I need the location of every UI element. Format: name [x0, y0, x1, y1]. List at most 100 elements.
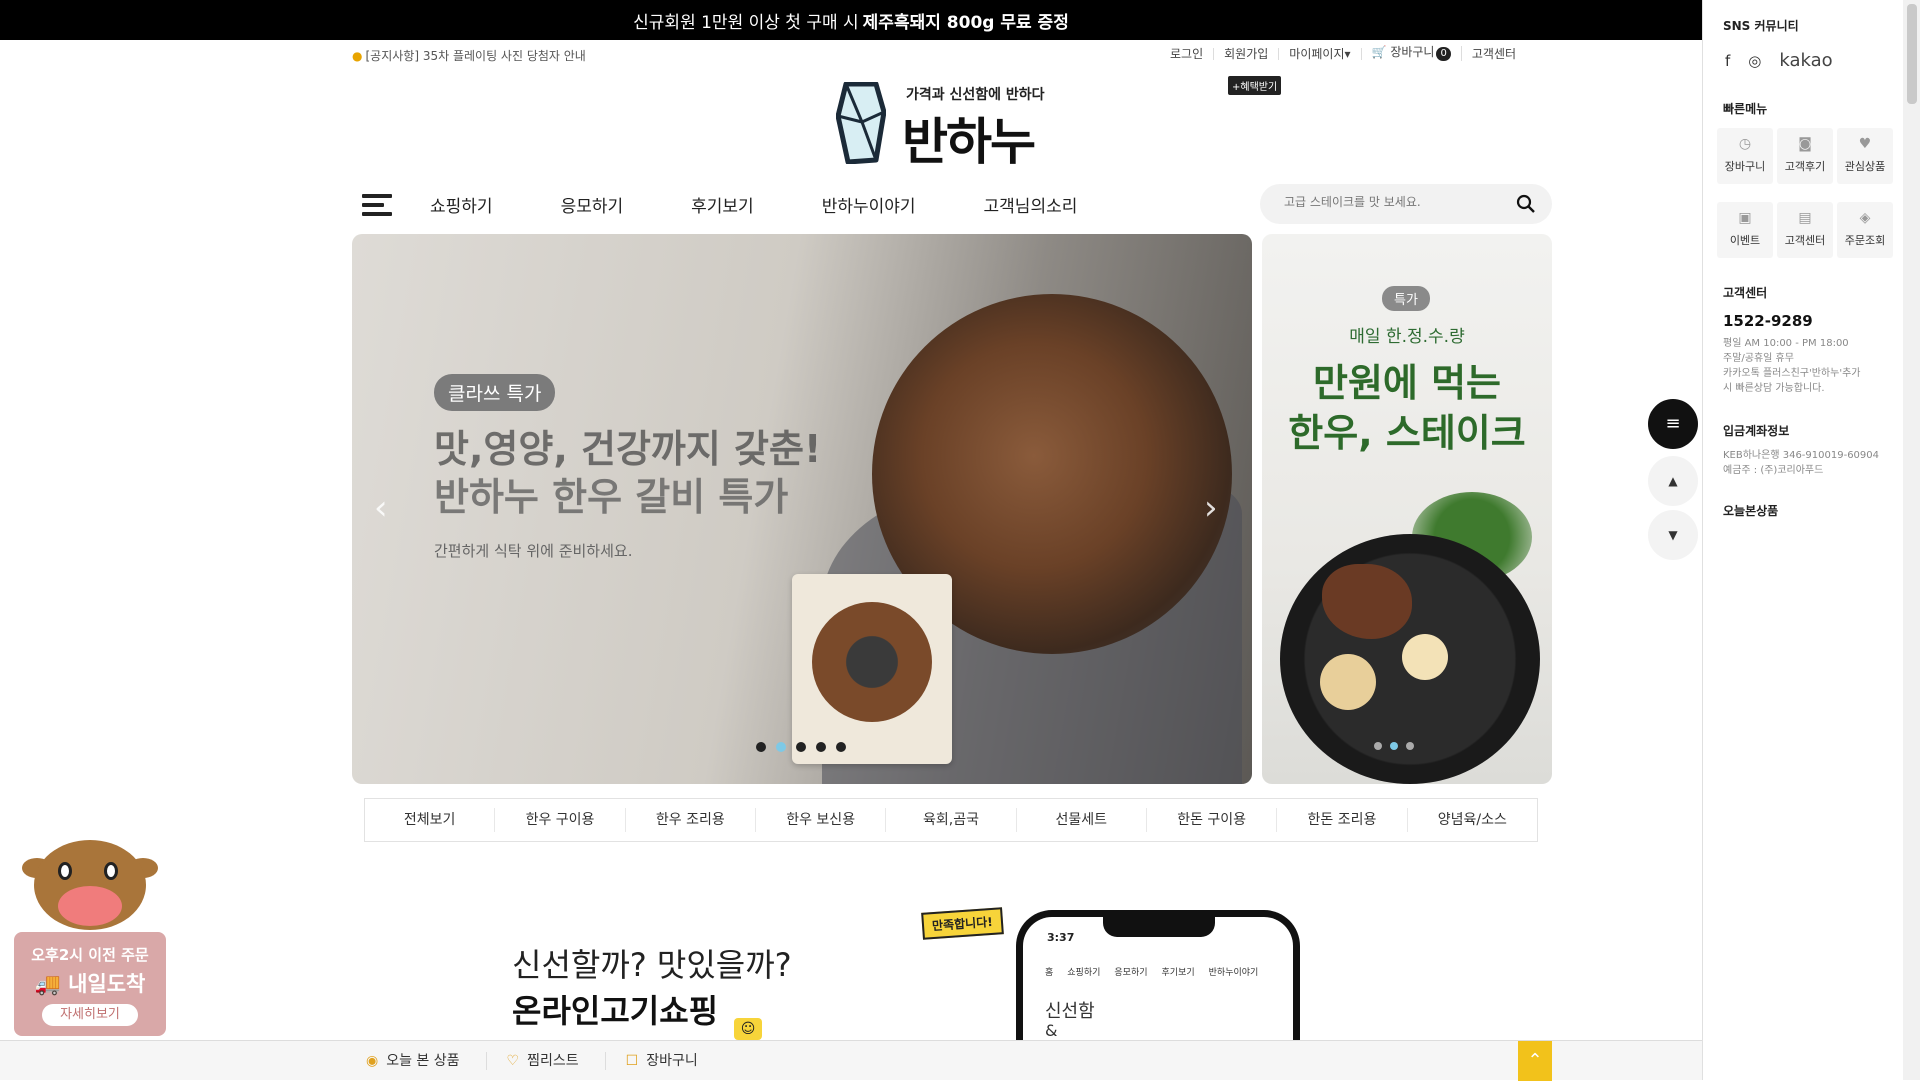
phone-text-line2: &	[1045, 1021, 1058, 1040]
delivery-float-banner[interactable]: 오후2시 이전 주문 🚚 내일도착 자세히보기	[14, 840, 166, 1036]
site-logo[interactable]: 가격과 신선함에 반하다 반하누	[836, 82, 1056, 171]
banner-dot[interactable]	[836, 742, 846, 752]
side-dot-active[interactable]	[1390, 742, 1398, 750]
package-label-image	[812, 602, 932, 722]
to-top-icon[interactable]: ⌃	[1518, 1041, 1552, 1081]
scrollbar-thumb[interactable]	[1907, 4, 1917, 104]
bank-line: KEB하나은행 346-910019-60904	[1723, 450, 1880, 461]
side-badge: 특가	[1382, 286, 1430, 311]
quick-wish[interactable]: ♥ 관심상품	[1837, 128, 1893, 184]
category-hanwoo-grill[interactable]: 한우 구이용	[495, 808, 626, 832]
category-hanwoo-cook[interactable]: 한우 조리용	[626, 808, 756, 832]
cart-link[interactable]: 🛒 장바구니 0	[1362, 46, 1462, 61]
quick-event[interactable]: ▣ 이벤트	[1717, 202, 1773, 258]
benefit-badge[interactable]: +혜택받기	[1228, 76, 1282, 95]
side-title-line2: 한우, 스테이크	[1288, 411, 1526, 455]
side-promo-banner[interactable]: 특가 매일 한.정.수.량 만원에 먹는 한우, 스테이크	[1262, 234, 1552, 784]
sns-title: SNS 커뮤니티	[1723, 19, 1799, 33]
chevron-down-icon: ▾	[1344, 46, 1351, 61]
banner-dot[interactable]	[816, 742, 826, 752]
delivery-line2: 🚚 내일도착	[14, 968, 166, 998]
quick-cart-label: 장바구니	[1724, 160, 1766, 173]
camera-icon: ◙	[1798, 136, 1812, 152]
side-dot[interactable]	[1374, 742, 1382, 750]
category-marinated[interactable]: 양념육/소스	[1408, 808, 1537, 832]
nav-reviews[interactable]: 후기보기	[691, 192, 754, 217]
section-title-line2: 온라인고기쇼핑	[512, 992, 719, 1030]
phone-notch	[1103, 915, 1215, 937]
category-hanwoo-health[interactable]: 한우 보신용	[756, 808, 887, 832]
smiley-icon: ☺	[734, 1018, 762, 1040]
banner-dot-active[interactable]	[776, 742, 786, 752]
side-dot[interactable]	[1406, 742, 1414, 750]
bottom-bar: ◉ 오늘 본 상품 ♡ 찜리스트 ☐ 장바구니 ⌃	[0, 1040, 1702, 1081]
quick-cart[interactable]: ◷ 장바구니	[1717, 128, 1773, 184]
banner-dot[interactable]	[796, 742, 806, 752]
quick-order[interactable]: ◈ 주문조회	[1837, 202, 1893, 258]
category-yukhoe[interactable]: 육회,곰국	[886, 808, 1017, 832]
logo-mark-icon	[836, 82, 886, 164]
search-box	[1260, 184, 1552, 224]
nav-voice[interactable]: 고객님의소리	[984, 192, 1078, 217]
logo-tagline: 가격과 신선함에 반하다	[906, 87, 1045, 103]
phone-nav-item: 쇼핑하기	[1067, 968, 1101, 978]
kakao-link[interactable]: kakao	[1779, 50, 1832, 71]
login-link[interactable]: 로그인	[1160, 47, 1215, 60]
nav-shopping[interactable]: 쇼핑하기	[430, 192, 493, 217]
search-icon[interactable]	[1516, 194, 1536, 214]
bottom-cart-link[interactable]: ☐ 장바구니	[626, 1052, 724, 1070]
cart-count-badge: 0	[1436, 47, 1451, 61]
scroll-up-icon[interactable]: ▲	[1648, 456, 1698, 506]
section-title-line1: 신선할까? 맛있을까?	[512, 946, 792, 984]
quick-wish-label: 관심상품	[1844, 160, 1886, 173]
wishlist-link[interactable]: ♡ 찜리스트	[507, 1052, 606, 1070]
cs-link[interactable]: 고객센터	[1462, 48, 1526, 60]
category-gift-set[interactable]: 선물세트	[1017, 808, 1147, 832]
scroll-down-icon[interactable]: ▼	[1648, 510, 1698, 560]
instagram-icon[interactable]: ◎	[1748, 52, 1761, 70]
banner-dot[interactable]	[756, 742, 766, 752]
recent-products-link[interactable]: ◉ 오늘 본 상품	[366, 1052, 487, 1070]
quick-menu: ◷ 장바구니 ◙ 고객후기 ♥ 관심상품 ▣ 이벤트 ▤ 고객센터 ◈ 주문조회	[1717, 128, 1893, 258]
banner-next-arrow-icon[interactable]: ›	[1204, 488, 1218, 528]
facebook-icon[interactable]: f	[1725, 52, 1730, 70]
cs-hours-line: 평일 AM 10:00 - PM 18:00	[1723, 338, 1849, 349]
cs-hours: 평일 AM 10:00 - PM 18:00 주말/공휴일 휴무 카카오톡 플러…	[1723, 336, 1903, 396]
recent-products-label: 오늘 본 상품	[386, 1053, 460, 1069]
join-link[interactable]: 회원가입	[1214, 47, 1280, 60]
category-all[interactable]: 전체보기	[365, 808, 496, 832]
recent-title: 오늘본상품	[1723, 504, 1779, 518]
quick-event-label: 이벤트	[1729, 234, 1761, 247]
mypage-link[interactable]: 마이페이지▾	[1279, 46, 1362, 61]
cow-muzzle	[58, 886, 122, 926]
promo-highlight: 제주흑돼지 800g 무료 증정	[862, 12, 1069, 33]
promo-text: 신규회원 1만원 이상 첫 구매 시	[633, 12, 859, 33]
quick-cs[interactable]: ▤ 고객센터	[1777, 202, 1833, 258]
banner-title-line1: 맛,영양, 건강까지 갖춘!	[434, 427, 822, 471]
nav-apply[interactable]: 응모하기	[561, 192, 624, 217]
side-pagination	[1374, 742, 1422, 750]
quick-review[interactable]: ◙ 고객후기	[1777, 128, 1833, 184]
nav-story[interactable]: 반하누이야기	[822, 192, 916, 217]
bank-title: 입금계좌정보	[1723, 424, 1790, 438]
right-sidebar: SNS 커뮤니티 f ◎ kakao 빠른메뉴 ◷ 장바구니 ◙ 고객후기 ♥ 관심상…	[1702, 0, 1920, 1080]
notice-link[interactable]: ● [공지사항] 35차 플레이팅 사진 당첨자 안내	[352, 47, 586, 64]
util-menu: 로그인 회원가입 마이페이지▾ 🛒 장바구니 0 고객센터	[1160, 46, 1526, 61]
phone-nav-item: 응모하기	[1114, 968, 1148, 978]
delivery-more-button[interactable]: 자세히보기	[42, 1004, 138, 1026]
promo-bar[interactable]: 신규회원 1만원 이상 첫 구매 시 제주흑돼지 800g 무료 증정	[0, 0, 1702, 40]
scrollbar[interactable]	[1903, 0, 1920, 1080]
cs-hours-line: 주말/공휴일 휴무	[1723, 353, 1794, 364]
bank-info: KEB하나은행 346-910019-60904 예금주 : (주)코리아푸드	[1723, 448, 1903, 478]
menu-float-icon[interactable]: ≡	[1648, 399, 1698, 449]
hamburger-menu-icon[interactable]	[362, 194, 392, 216]
search-input[interactable]	[1284, 195, 1504, 209]
bottom-cart-label: 장바구니	[646, 1053, 698, 1069]
category-handon-cook[interactable]: 한돈 조리용	[1277, 808, 1408, 832]
category-handon-grill[interactable]: 한돈 구이용	[1147, 808, 1278, 832]
document-icon: ▤	[1798, 210, 1812, 226]
cart-icon: 🛒	[1371, 45, 1387, 59]
main-banner[interactable]: 클라쓰 특가 맛,영양, 건강까지 갖춘! 반하누 한우 갈비 특가 간편하게 …	[352, 234, 1252, 784]
banner-prev-arrow-icon[interactable]: ‹	[374, 488, 388, 528]
phone-nav: 홈 쇼핑하기 응모하기 후기보기 반하누이야기	[1045, 965, 1272, 978]
